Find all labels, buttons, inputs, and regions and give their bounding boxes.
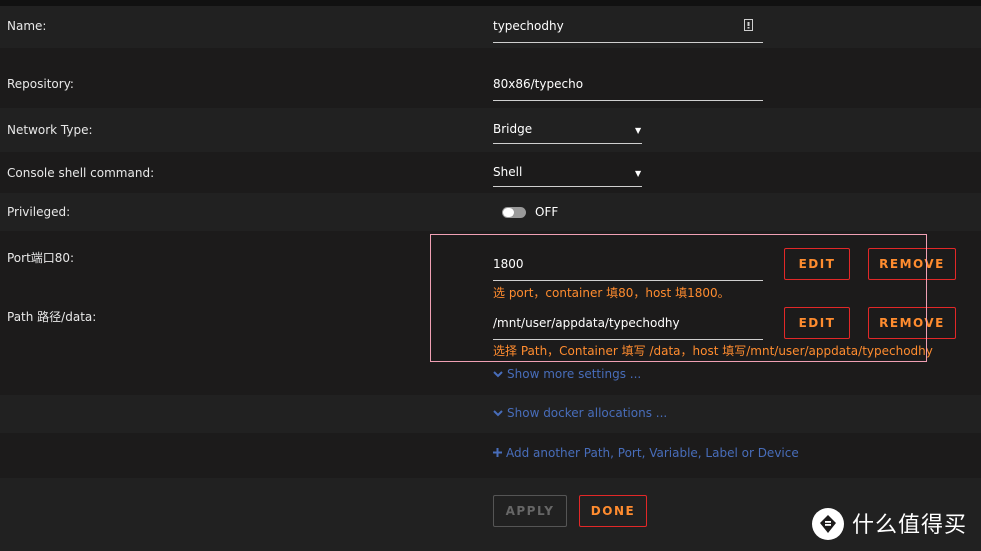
row-bg-docker xyxy=(0,395,981,433)
caret-down-icon[interactable]: ▼ xyxy=(635,169,641,178)
console-shell-select[interactable]: Shell xyxy=(493,165,522,179)
show-more-settings-text: Show more settings ... xyxy=(507,367,642,381)
network-type-label: Network Type: xyxy=(7,123,93,137)
show-docker-allocations-text: Show docker allocations ... xyxy=(507,406,668,420)
name-underline xyxy=(493,42,763,43)
privileged-label: Privileged: xyxy=(7,205,71,219)
repository-label: Repository: xyxy=(7,77,74,91)
repository-underline xyxy=(493,100,763,101)
smzdm-logo-icon xyxy=(812,508,844,540)
chevron-down-icon xyxy=(493,406,503,420)
add-another-text: Add another Path, Port, Variable, Label … xyxy=(506,446,799,460)
row-bg-name xyxy=(0,6,981,48)
console-shell-label: Console shell command: xyxy=(7,166,155,180)
port-label: Port端口80: xyxy=(7,251,75,265)
done-button[interactable]: DONE xyxy=(579,495,647,527)
show-docker-allocations-link[interactable]: Show docker allocations ... xyxy=(493,406,667,420)
row-bg-privileged xyxy=(0,193,981,231)
network-type-select[interactable]: Bridge xyxy=(493,122,532,136)
highlight-box xyxy=(430,234,927,362)
name-input[interactable]: typechodhy xyxy=(493,19,564,33)
console-shell-underline xyxy=(493,186,642,187)
toggle-knob xyxy=(503,208,514,217)
plus-icon xyxy=(493,446,502,460)
path-label: Path 路径/data: xyxy=(7,310,97,324)
apply-button[interactable]: APPLY xyxy=(493,495,567,527)
repository-input[interactable]: 80x86/typecho xyxy=(493,77,583,91)
chevron-down-icon xyxy=(493,367,503,381)
name-label: Name: xyxy=(7,19,47,33)
row-bg-network xyxy=(0,108,981,152)
doc-icon[interactable] xyxy=(744,19,753,31)
caret-down-icon[interactable]: ▼ xyxy=(635,126,641,135)
add-another-link[interactable]: Add another Path, Port, Variable, Label … xyxy=(493,446,799,460)
privileged-state: OFF xyxy=(535,205,559,219)
network-type-underline xyxy=(493,143,642,144)
watermark-text: 什么值得买 xyxy=(852,513,968,538)
show-more-settings-link[interactable]: Show more settings ... xyxy=(493,367,641,381)
